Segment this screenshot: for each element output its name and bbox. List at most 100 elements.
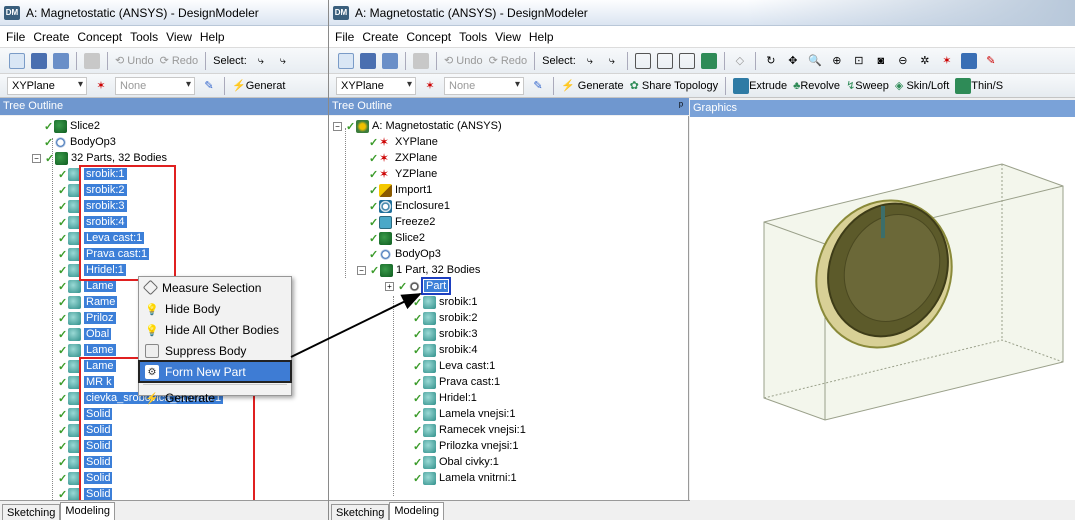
tree-node[interactable]: − ✓ A: Magnetostatic (ANSYS) — [333, 118, 502, 134]
tree-node-body[interactable]: ✓ Obal — [58, 326, 112, 342]
redo-button[interactable]: ⟳ Redo — [160, 54, 199, 67]
named-selection-icon[interactable]: ✎ — [983, 53, 999, 69]
tree-node[interactable]: ✓ Lamela vnitrni:1 — [413, 470, 517, 486]
menu-item-generate[interactable]: ⚡ Generate — [139, 387, 291, 408]
save-as-icon[interactable] — [53, 52, 69, 69]
menu-create[interactable]: Create — [33, 30, 69, 44]
generate-button[interactable]: ⚡Generat — [232, 79, 285, 92]
tree-node[interactable]: − ✓ 32 Parts, 32 Bodies — [32, 150, 167, 166]
menu-create[interactable]: Create — [362, 30, 398, 44]
screenshot-icon[interactable] — [84, 52, 100, 69]
generate-button[interactable]: ⚡ Generate — [561, 79, 624, 92]
tree-node[interactable]: ✓ Lamela vnejsi:1 — [413, 406, 515, 422]
body-view-icon[interactable] — [960, 52, 977, 69]
new-icon[interactable] — [9, 52, 25, 69]
tree-node[interactable]: ✓ Leva cast:1 — [413, 358, 495, 374]
tree-node-body[interactable]: ✓ srobik:1 — [58, 166, 127, 182]
tree-node[interactable]: ✓ srobik:1 — [413, 294, 478, 310]
zoom-in-icon[interactable]: ⊕ — [829, 53, 845, 69]
save-icon[interactable] — [360, 52, 376, 69]
collapse-icon[interactable]: − — [357, 265, 366, 275]
pan-icon[interactable]: ✥ — [785, 53, 801, 69]
tree-node[interactable]: ✓ Slice2 — [44, 118, 100, 134]
tree-node-body[interactable]: ✓ Solid — [58, 470, 113, 486]
tree-node[interactable]: − ✓ 1 Part, 32 Bodies — [357, 262, 480, 278]
tree-node[interactable]: ✓ srobik:4 — [413, 342, 478, 358]
select-edges-icon[interactable] — [656, 52, 673, 69]
new-plane-icon[interactable]: ✶ — [939, 53, 955, 69]
extend-selection-icon[interactable]: ◇ — [732, 53, 748, 69]
tree-node-body[interactable]: ✓ Solid — [58, 486, 113, 500]
screenshot-icon[interactable] — [413, 52, 429, 69]
tree-node-body[interactable]: ✓ srobik:2 — [58, 182, 127, 198]
sketch-dropdown[interactable]: None — [444, 76, 524, 95]
graphics-viewport[interactable]: Graphics — [690, 100, 1075, 500]
tree-node[interactable]: ✓ Obal civky:1 — [413, 454, 499, 470]
tree-node[interactable]: ✓ srobik:2 — [413, 310, 478, 326]
tree-node-body[interactable]: ✓ Rame — [58, 294, 118, 310]
plane-dropdown[interactable]: XYPlane — [7, 76, 87, 95]
tree-node-part[interactable]: + ✓ Part — [385, 277, 452, 295]
undo-button[interactable]: ⟲ Undo — [444, 54, 483, 67]
select-mode-icon[interactable]: ⤷ — [604, 53, 620, 69]
collapse-icon[interactable]: − — [333, 121, 342, 131]
zoom-icon[interactable]: 🔍 — [807, 53, 823, 69]
tree-node-body[interactable]: ✓ Priloz — [58, 310, 116, 326]
plane-axis-icon[interactable]: ✶ — [422, 78, 438, 94]
select-bodies-icon[interactable] — [700, 52, 717, 69]
tree-node[interactable]: ✓ Prava cast:1 — [413, 374, 500, 390]
tree-node[interactable]: ✓ Freeze2 — [369, 214, 435, 230]
tree-node-body[interactable]: ✓ Solid — [58, 406, 113, 422]
menu-file[interactable]: File — [335, 30, 354, 44]
tree-node[interactable]: ✓ Prilozka vnejsi:1 — [413, 438, 518, 454]
menu-item-suppress-body[interactable]: Suppress Body — [139, 340, 291, 361]
menu-item-measure-selection[interactable]: Measure Selection — [139, 277, 291, 298]
tab-sketching[interactable]: Sketching — [331, 504, 390, 520]
tree-node-body[interactable]: ✓ srobik:3 — [58, 198, 127, 214]
thin-button[interactable]: Thin/S — [955, 77, 1003, 94]
menu-item-form-new-part[interactable]: ⚙ Form New Part — [138, 360, 292, 383]
tree-node-body[interactable]: ✓ Hridel:1 — [58, 262, 126, 278]
model-view[interactable] — [690, 100, 1075, 500]
save-icon[interactable] — [31, 52, 47, 69]
select-point-icon[interactable]: ⤷ — [582, 53, 598, 69]
tree-node[interactable]: ✓ Ramecek vnejsi:1 — [413, 422, 526, 438]
revolve-button[interactable]: ♣Revolve — [793, 80, 840, 92]
tree-node[interactable]: ✓ BodyOp3 — [44, 134, 116, 150]
menu-tools[interactable]: Tools — [459, 30, 487, 44]
extrude-button[interactable]: Extrude — [733, 77, 787, 94]
tab-modeling[interactable]: Modeling — [389, 502, 444, 520]
iso-icon[interactable]: ✲ — [917, 53, 933, 69]
menu-help[interactable]: Help — [200, 30, 225, 44]
menu-concept[interactable]: Concept — [406, 30, 451, 44]
zoom-out-icon[interactable]: ⊖ — [895, 53, 911, 69]
tree-node[interactable]: ✓ ✶ XYPlane — [369, 134, 438, 150]
tree-node[interactable]: ✓ ✶ ZXPlane — [369, 150, 437, 166]
expand-icon[interactable]: + — [385, 281, 394, 291]
pin-icon[interactable]: ᵖ — [679, 98, 683, 115]
new-sketch-icon[interactable]: ✎ — [201, 78, 217, 94]
tree-node-body[interactable]: ✓ Leva cast:1 — [58, 230, 145, 246]
select-point-icon[interactable]: ⤷ — [253, 53, 269, 69]
tree-node-body[interactable]: ✓ Solid — [58, 438, 113, 454]
tree-node[interactable]: ✓ Enclosure1 — [369, 198, 450, 214]
tree-node-body[interactable]: ✓ Lame — [58, 358, 116, 374]
select-faces-icon[interactable] — [678, 52, 695, 69]
undo-button[interactable]: ⟲ Undo — [115, 54, 154, 67]
new-icon[interactable] — [338, 52, 354, 69]
zoom-box-icon[interactable]: ⊡ — [851, 53, 867, 69]
tree-node-body[interactable]: ✓ MR k — [58, 374, 114, 390]
tree-node-body[interactable]: ✓ Lame — [58, 278, 116, 294]
tab-sketching[interactable]: Sketching — [2, 504, 61, 520]
menu-view[interactable]: View — [166, 30, 192, 44]
rotate-icon[interactable]: ↻ — [763, 53, 779, 69]
plane-axis-icon[interactable]: ✶ — [93, 78, 109, 94]
tree-node-body[interactable]: ✓ Solid — [58, 454, 113, 470]
save-as-icon[interactable] — [382, 52, 398, 69]
tree-node[interactable]: ✓ Import1 — [369, 182, 432, 198]
skin-loft-button[interactable]: ◈ Skin/Loft — [895, 79, 949, 92]
tree-node[interactable]: ✓ ✶ YZPlane — [369, 166, 437, 182]
tree-node-body[interactable]: ✓ Prava cast:1 — [58, 246, 150, 262]
sweep-button[interactable]: ↯Sweep — [846, 79, 889, 92]
plane-dropdown[interactable]: XYPlane — [336, 76, 416, 95]
